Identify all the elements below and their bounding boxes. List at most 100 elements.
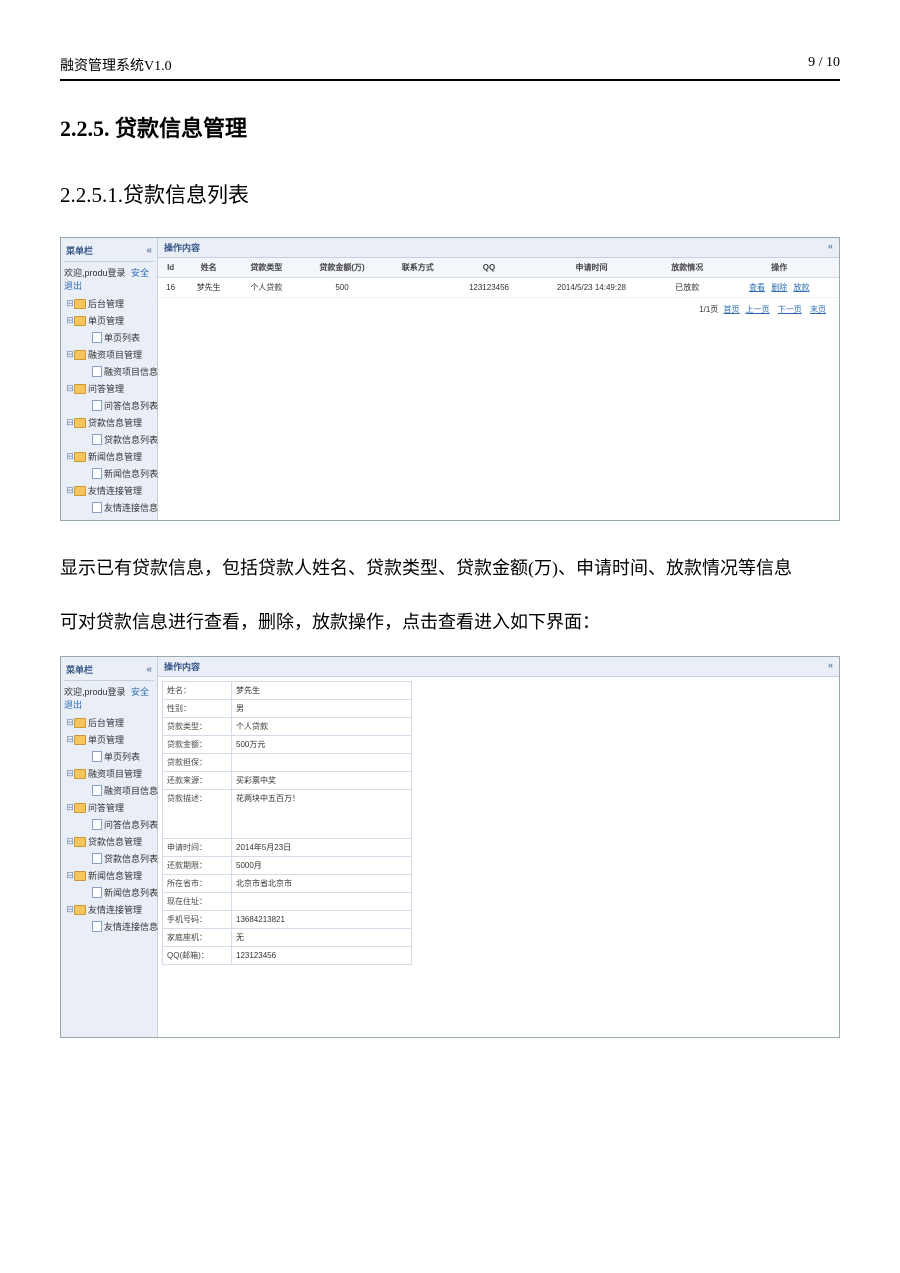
detail-key: 所在省市： — [163, 875, 232, 893]
tree-leaf[interactable]: 融资项目信息 — [104, 367, 158, 377]
tree-branch[interactable]: 友情连接管理 — [88, 486, 142, 496]
tree-root[interactable]: 后台管理 — [88, 299, 124, 309]
tree-leaf[interactable]: 单页列表 — [104, 752, 140, 762]
section-heading: 2.2.5. 贷款信息管理 — [60, 111, 840, 143]
tree-leaf[interactable]: 新闻信息列表 — [104, 469, 158, 479]
col-header: 联系方式 — [386, 258, 450, 278]
doc-page-number: 9 / 10 — [808, 55, 840, 75]
detail-key: QQ(邮箱)： — [163, 947, 232, 965]
folder-icon — [74, 718, 86, 728]
col-header: 姓名 — [183, 258, 234, 278]
col-header: QQ — [450, 258, 528, 278]
pager-next[interactable]: 下一页 — [778, 305, 802, 314]
page-icon — [92, 366, 102, 377]
tree-branch[interactable]: 贷款信息管理 — [88, 418, 142, 428]
col-header: Id — [158, 258, 183, 278]
detail-key: 手机号码： — [163, 911, 232, 929]
detail-value: 无 — [232, 929, 412, 947]
welcome-text: 欢迎,produ登录 安全退出 — [64, 681, 154, 714]
tree-leaf[interactable]: 单页列表 — [104, 333, 140, 343]
collapse-left-icon[interactable]: « — [146, 245, 152, 256]
detail-key: 家庭座机： — [163, 929, 232, 947]
body-text: 显示已有贷款信息，包括贷款人姓名、贷款类型、贷款金额(万)、申请时间、放款情况等… — [60, 549, 840, 589]
tree-branch[interactable]: 贷款信息管理 — [88, 837, 142, 847]
col-header: 贷款类型 — [234, 258, 298, 278]
detail-value: 梦先生 — [232, 682, 412, 700]
detail-key: 还款期限： — [163, 857, 232, 875]
page-icon — [92, 887, 102, 898]
tree-leaf[interactable]: 贷款信息列表 — [104, 854, 158, 864]
delete-link[interactable]: 删除 — [771, 283, 787, 292]
tree-branch[interactable]: 融资项目管理 — [88, 769, 142, 779]
tree-branch[interactable]: 问答管理 — [88, 384, 124, 394]
tree-branch[interactable]: 新闻信息管理 — [88, 871, 142, 881]
table-row: 16 梦先生 个人贷款 500 123123456 2014/5/23 14:4… — [158, 278, 839, 298]
page-icon — [92, 921, 102, 932]
pager-first[interactable]: 首页 — [724, 305, 740, 314]
folder-icon — [74, 418, 86, 428]
tree-branch[interactable]: 问答管理 — [88, 803, 124, 813]
folder-icon — [74, 735, 86, 745]
row-actions: 查看 删除 放款 — [719, 278, 839, 298]
page-icon — [92, 819, 102, 830]
tree-leaf[interactable]: 新闻信息列表 — [104, 888, 158, 898]
screenshot-list: 菜单栏 « 欢迎,produ登录 安全退出 ⊟后台管理⊟单页管理单页列表⊟融资项… — [60, 237, 840, 521]
sidebar: 菜单栏 « 欢迎,produ登录 安全退出 ⊟后台管理⊟单页管理单页列表⊟融资项… — [61, 238, 158, 520]
page-icon — [92, 468, 102, 479]
sidebar-title: 菜单栏 — [66, 663, 93, 676]
col-header: 申请时间 — [528, 258, 655, 278]
tree-leaf[interactable]: 友情连接信息 — [104, 922, 158, 932]
folder-icon — [74, 769, 86, 779]
detail-table: 姓名：梦先生性别：男贷款类型：个人贷款贷款金额：500万元贷款担保：还款来源：买… — [162, 681, 412, 965]
tree-branch[interactable]: 新闻信息管理 — [88, 452, 142, 462]
tree-leaf[interactable]: 问答信息列表 — [104, 820, 158, 830]
detail-key: 贷款金额： — [163, 736, 232, 754]
doc-title: 融资管理系统V1.0 — [60, 55, 172, 75]
pager: 1/1页 首页上一页 下一页 末页 — [158, 298, 839, 321]
detail-key: 申请时间： — [163, 839, 232, 857]
folder-icon — [74, 384, 86, 394]
pane-title: 操作内容 — [164, 241, 200, 254]
doc-header: 融资管理系统V1.0 9 / 10 — [60, 55, 840, 81]
collapse-right-icon[interactable]: « — [828, 660, 833, 673]
detail-value: 北京市省北京市 — [232, 875, 412, 893]
nav-tree: ⊟后台管理⊟单页管理单页列表⊟融资项目管理融资项目信息⊟问答管理问答信息列表⊟贷… — [64, 295, 154, 516]
col-header: 放款情况 — [655, 258, 719, 278]
detail-value — [232, 893, 412, 911]
tree-branch[interactable]: 友情连接管理 — [88, 905, 142, 915]
folder-icon — [74, 350, 86, 360]
collapse-right-icon[interactable]: « — [828, 241, 833, 254]
collapse-left-icon[interactable]: « — [146, 664, 152, 675]
tree-branch[interactable]: 单页管理 — [88, 735, 124, 745]
folder-icon — [74, 803, 86, 813]
detail-value: 男 — [232, 700, 412, 718]
tree-root[interactable]: 后台管理 — [88, 718, 124, 728]
detail-value: 13684213821 — [232, 911, 412, 929]
tree-leaf[interactable]: 融资项目信息 — [104, 786, 158, 796]
welcome-text: 欢迎,produ登录 安全退出 — [64, 262, 154, 295]
pager-prev[interactable]: 上一页 — [746, 305, 770, 314]
detail-value: 2014年5月23日 — [232, 839, 412, 857]
detail-key: 贷款描述： — [163, 790, 232, 839]
detail-key: 性别： — [163, 700, 232, 718]
tree-branch[interactable]: 融资项目管理 — [88, 350, 142, 360]
tree-leaf[interactable]: 贷款信息列表 — [104, 435, 158, 445]
view-link[interactable]: 查看 — [749, 283, 765, 292]
pager-last[interactable]: 末页 — [810, 305, 826, 314]
page-icon — [92, 853, 102, 864]
page-icon — [92, 400, 102, 411]
disburse-link[interactable]: 放款 — [793, 283, 809, 292]
tree-leaf[interactable]: 友情连接信息 — [104, 503, 158, 513]
main-pane: 操作内容 « Id姓名贷款类型贷款金额(万)联系方式QQ申请时间放款情况操作 1… — [158, 238, 839, 520]
folder-icon — [74, 452, 86, 462]
page-icon — [92, 785, 102, 796]
tree-leaf[interactable]: 问答信息列表 — [104, 401, 158, 411]
page-icon — [92, 751, 102, 762]
folder-icon — [74, 871, 86, 881]
tree-branch[interactable]: 单页管理 — [88, 316, 124, 326]
detail-value — [232, 754, 412, 772]
folder-icon — [74, 837, 86, 847]
detail-value: 买彩票中奖 — [232, 772, 412, 790]
detail-key: 姓名： — [163, 682, 232, 700]
detail-key: 贷款担保： — [163, 754, 232, 772]
